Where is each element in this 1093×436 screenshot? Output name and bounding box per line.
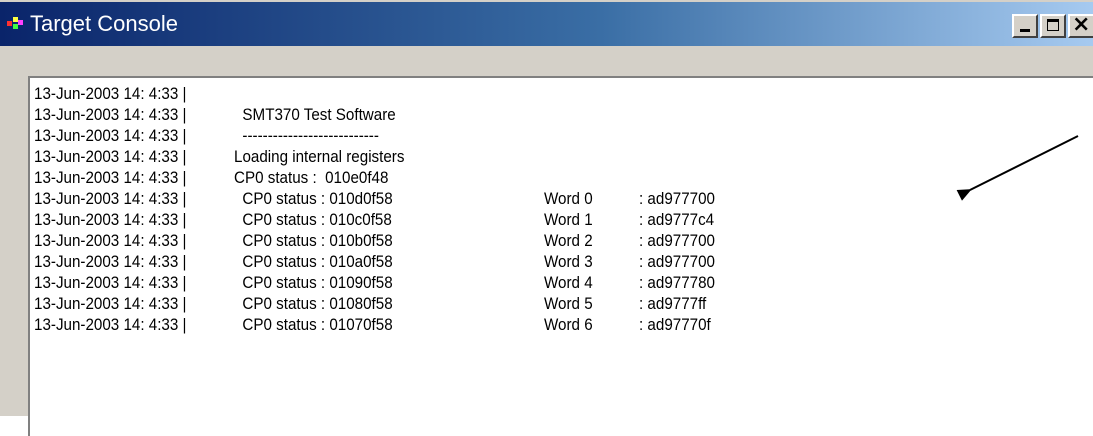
log-word-value: : ad977700 — [639, 232, 715, 250]
target-console-window: Target Console × 13-Jun-2003 14: 4:33 | 1… — [0, 0, 1093, 436]
log-word-label: Word 6 — [544, 316, 593, 334]
console-output[interactable]: 13-Jun-2003 14: 4:33 | 13-Jun-2003 14: 4:… — [28, 76, 1093, 436]
log-word-value: : ad977780 — [639, 274, 715, 292]
log-word-label: Word 5 — [544, 295, 593, 313]
log-message: CP0 status : 010e0f48 — [234, 169, 389, 187]
log-timestamp: 13-Jun-2003 14: 4:33 | — [34, 127, 187, 145]
log-message: CP0 status : 010a0f58 — [234, 253, 393, 271]
log-message: Loading internal registers — [234, 148, 405, 166]
log-word-value: : ad9777c4 — [639, 211, 715, 229]
log-word-value: : ad977700 — [639, 190, 715, 208]
log-timestamp: 13-Jun-2003 14: 4:33 | — [34, 169, 187, 187]
console-app-icon — [7, 17, 23, 29]
log-timestamp: 13-Jun-2003 14: 4:33 | — [34, 85, 187, 103]
log-word-value: : ad9777ff — [639, 295, 707, 313]
log-word-value: : ad977700 — [639, 253, 715, 271]
log-message: CP0 status : 010d0f58 — [234, 190, 393, 208]
log-timestamp: 13-Jun-2003 14: 4:33 | — [34, 295, 187, 313]
log-message: CP0 status : 010c0f58 — [234, 211, 392, 229]
log-message: CP0 status : 01080f58 — [234, 295, 393, 313]
log-message: CP0 status : 01090f58 — [234, 274, 393, 292]
minimize-icon — [1020, 29, 1030, 32]
log-timestamp: 13-Jun-2003 14: 4:33 | — [34, 211, 187, 229]
log-timestamp: 13-Jun-2003 14: 4:33 | — [34, 274, 187, 292]
maximize-button[interactable] — [1040, 14, 1066, 38]
log-timestamp: 13-Jun-2003 14: 4:33 | — [34, 106, 187, 124]
maximize-icon — [1047, 19, 1059, 31]
log-message: SMT370 Test Software — [234, 106, 396, 124]
log-word-label: Word 1 — [544, 211, 593, 229]
log-timestamp: 13-Jun-2003 14: 4:33 | — [34, 253, 187, 271]
log-timestamp: 13-Jun-2003 14: 4:33 | — [34, 190, 187, 208]
log-word-label: Word 3 — [544, 253, 593, 271]
log-timestamp: 13-Jun-2003 14: 4:33 | — [34, 316, 187, 334]
log-word-value: : ad97770f — [639, 316, 711, 334]
log-message: --------------------------- — [234, 127, 379, 145]
log-timestamp: 13-Jun-2003 14: 4:33 | — [34, 148, 187, 166]
title-bar[interactable]: Target Console × — [0, 2, 1093, 46]
close-button[interactable]: × — [1068, 12, 1093, 38]
window-title: Target Console — [30, 11, 178, 36]
close-icon: × — [1072, 12, 1091, 37]
log-word-label: Word 4 — [544, 274, 593, 292]
minimize-button[interactable] — [1012, 14, 1038, 38]
log-word-label: Word 0 — [544, 190, 593, 208]
log-message: CP0 status : 010b0f58 — [234, 232, 393, 250]
log-message: CP0 status : 01070f58 — [234, 316, 393, 334]
log-timestamp: 13-Jun-2003 14: 4:33 | — [34, 232, 187, 250]
log-word-label: Word 2 — [544, 232, 593, 250]
